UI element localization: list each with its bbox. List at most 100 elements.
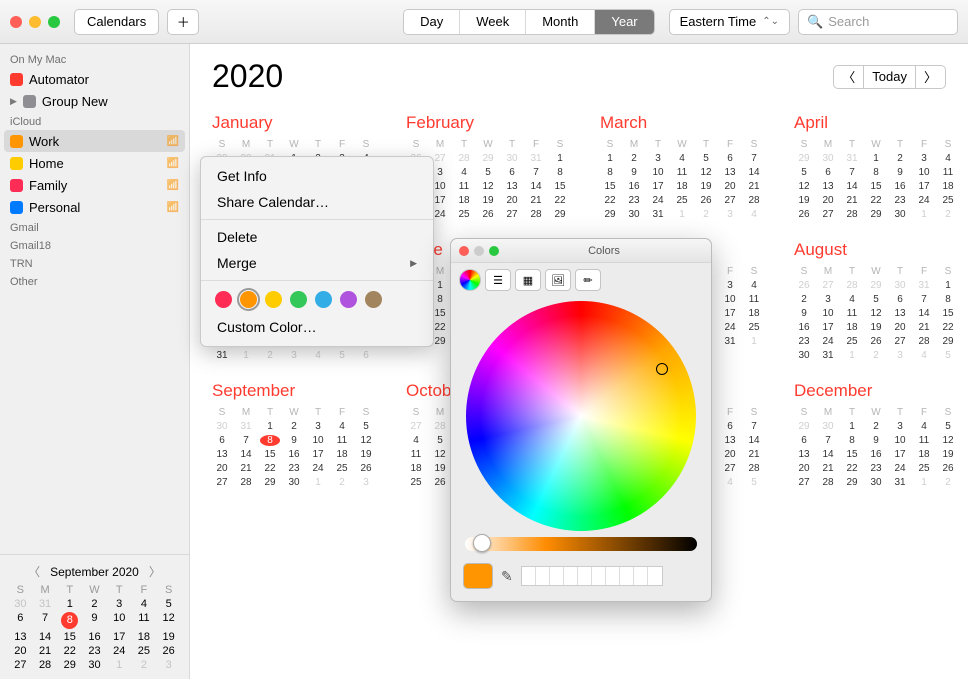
color-swatch[interactable] <box>240 291 257 308</box>
menu-item[interactable]: Get Info <box>201 163 433 189</box>
day-cell[interactable]: 14 <box>236 449 256 460</box>
day-cell[interactable]: 30 <box>502 153 522 164</box>
day-cell[interactable]: 2 <box>284 421 304 432</box>
day-cell[interactable]: 18 <box>454 195 474 206</box>
day-cell[interactable]: 21 <box>818 463 838 474</box>
day-cell[interactable]: 21 <box>236 463 256 474</box>
day-cell[interactable]: 3 <box>356 477 376 488</box>
mini-day[interactable]: 21 <box>33 645 58 657</box>
day-cell[interactable]: 1 <box>914 209 934 220</box>
mini-day[interactable]: 16 <box>82 631 107 643</box>
day-cell[interactable]: 30 <box>890 280 910 291</box>
day-cell[interactable]: 26 <box>794 209 814 220</box>
day-cell[interactable]: 14 <box>842 181 862 192</box>
mini-day[interactable]: 28 <box>33 659 58 671</box>
day-cell[interactable]: 3 <box>890 350 910 361</box>
saved-swatches[interactable] <box>521 566 663 586</box>
day-cell[interactable]: 13 <box>794 449 814 460</box>
day-cell[interactable]: 24 <box>720 322 740 333</box>
day-cell[interactable]: 13 <box>212 449 232 460</box>
day-cell[interactable]: 3 <box>818 294 838 305</box>
day-cell[interactable]: 1 <box>600 153 620 164</box>
view-month[interactable]: Month <box>526 10 595 34</box>
calendar-item[interactable]: Personal📶 <box>0 196 189 218</box>
mini-next-button[interactable]: 〉 <box>149 563 161 580</box>
color-swatch[interactable] <box>265 291 282 308</box>
brightness-slider[interactable] <box>465 537 697 551</box>
day-cell[interactable]: 18 <box>332 449 352 460</box>
day-cell[interactable]: 19 <box>356 449 376 460</box>
day-cell[interactable]: 15 <box>866 181 886 192</box>
mini-day[interactable]: 2 <box>82 598 107 610</box>
day-cell[interactable]: 31 <box>526 153 546 164</box>
day-cell[interactable]: 27 <box>212 477 232 488</box>
day-cell[interactable]: 20 <box>720 449 740 460</box>
mini-day[interactable]: 9 <box>82 612 107 629</box>
day-cell[interactable]: 1 <box>672 209 692 220</box>
day-cell[interactable]: 26 <box>938 463 958 474</box>
sidebar-section-header[interactable]: On My Mac <box>0 50 189 68</box>
mini-day[interactable]: 8 <box>61 612 78 629</box>
calendar-color-checkbox[interactable] <box>23 95 36 108</box>
day-cell[interactable]: 2 <box>866 421 886 432</box>
day-cell[interactable]: 12 <box>696 167 716 178</box>
day-cell[interactable]: 3 <box>914 153 934 164</box>
day-cell[interactable]: 31 <box>236 421 256 432</box>
day-cell[interactable]: 24 <box>890 463 910 474</box>
day-cell[interactable]: 5 <box>938 350 958 361</box>
day-cell[interactable]: 1 <box>260 421 280 432</box>
day-cell[interactable]: 29 <box>842 477 862 488</box>
day-cell[interactable]: 16 <box>890 181 910 192</box>
day-cell[interactable]: 27 <box>502 209 522 220</box>
today-button[interactable]: Today <box>864 65 916 89</box>
day-cell[interactable]: 3 <box>890 421 910 432</box>
day-cell[interactable]: 5 <box>744 477 764 488</box>
color-wheel[interactable] <box>466 301 696 531</box>
day-cell[interactable]: 30 <box>624 209 644 220</box>
day-cell[interactable]: 31 <box>720 336 740 347</box>
day-cell[interactable]: 17 <box>890 449 910 460</box>
day-cell[interactable]: 1 <box>866 153 886 164</box>
day-cell[interactable]: 4 <box>672 153 692 164</box>
day-cell[interactable]: 1 <box>308 477 328 488</box>
image-mode-button[interactable]: 🖼 <box>545 269 571 291</box>
day-cell[interactable]: 8 <box>842 435 862 446</box>
day-cell[interactable]: 30 <box>866 477 886 488</box>
day-cell[interactable]: 2 <box>794 294 814 305</box>
day-cell[interactable]: 13 <box>818 181 838 192</box>
wheel-cursor-icon[interactable] <box>656 363 668 375</box>
search-field[interactable]: 🔍 Search <box>798 9 958 35</box>
day-cell[interactable]: 9 <box>890 167 910 178</box>
color-swatch[interactable] <box>215 291 232 308</box>
day-cell[interactable]: 3 <box>648 153 668 164</box>
day-cell[interactable]: 18 <box>672 181 692 192</box>
mini-day[interactable]: 30 <box>8 598 33 610</box>
day-cell[interactable]: 13 <box>720 435 740 446</box>
day-cell[interactable]: 31 <box>818 350 838 361</box>
day-cell[interactable]: 26 <box>356 463 376 474</box>
day-cell[interactable]: 17 <box>818 322 838 333</box>
mini-day[interactable]: 19 <box>156 631 181 643</box>
day-cell[interactable]: 24 <box>914 195 934 206</box>
day-cell[interactable]: 16 <box>794 322 814 333</box>
mini-day[interactable]: 3 <box>156 659 181 671</box>
day-cell[interactable]: 30 <box>818 153 838 164</box>
day-cell[interactable]: 29 <box>600 209 620 220</box>
day-cell[interactable]: 2 <box>938 477 958 488</box>
day-cell[interactable]: 19 <box>866 322 886 333</box>
mini-day[interactable]: 7 <box>33 612 58 629</box>
calendar-color-checkbox[interactable] <box>10 201 23 214</box>
day-cell[interactable]: 9 <box>866 435 886 446</box>
day-cell[interactable]: 12 <box>794 181 814 192</box>
slider-knob[interactable] <box>473 534 491 552</box>
day-cell[interactable]: 22 <box>550 195 570 206</box>
day-cell[interactable]: 14 <box>914 308 934 319</box>
day-cell[interactable]: 18 <box>842 322 862 333</box>
day-cell[interactable]: 10 <box>308 435 328 446</box>
day-cell[interactable]: 22 <box>260 463 280 474</box>
day-cell[interactable]: 19 <box>478 195 498 206</box>
day-cell[interactable]: 25 <box>406 477 426 488</box>
day-cell[interactable]: 13 <box>502 181 522 192</box>
day-cell[interactable]: 23 <box>890 195 910 206</box>
day-cell[interactable]: 27 <box>794 477 814 488</box>
